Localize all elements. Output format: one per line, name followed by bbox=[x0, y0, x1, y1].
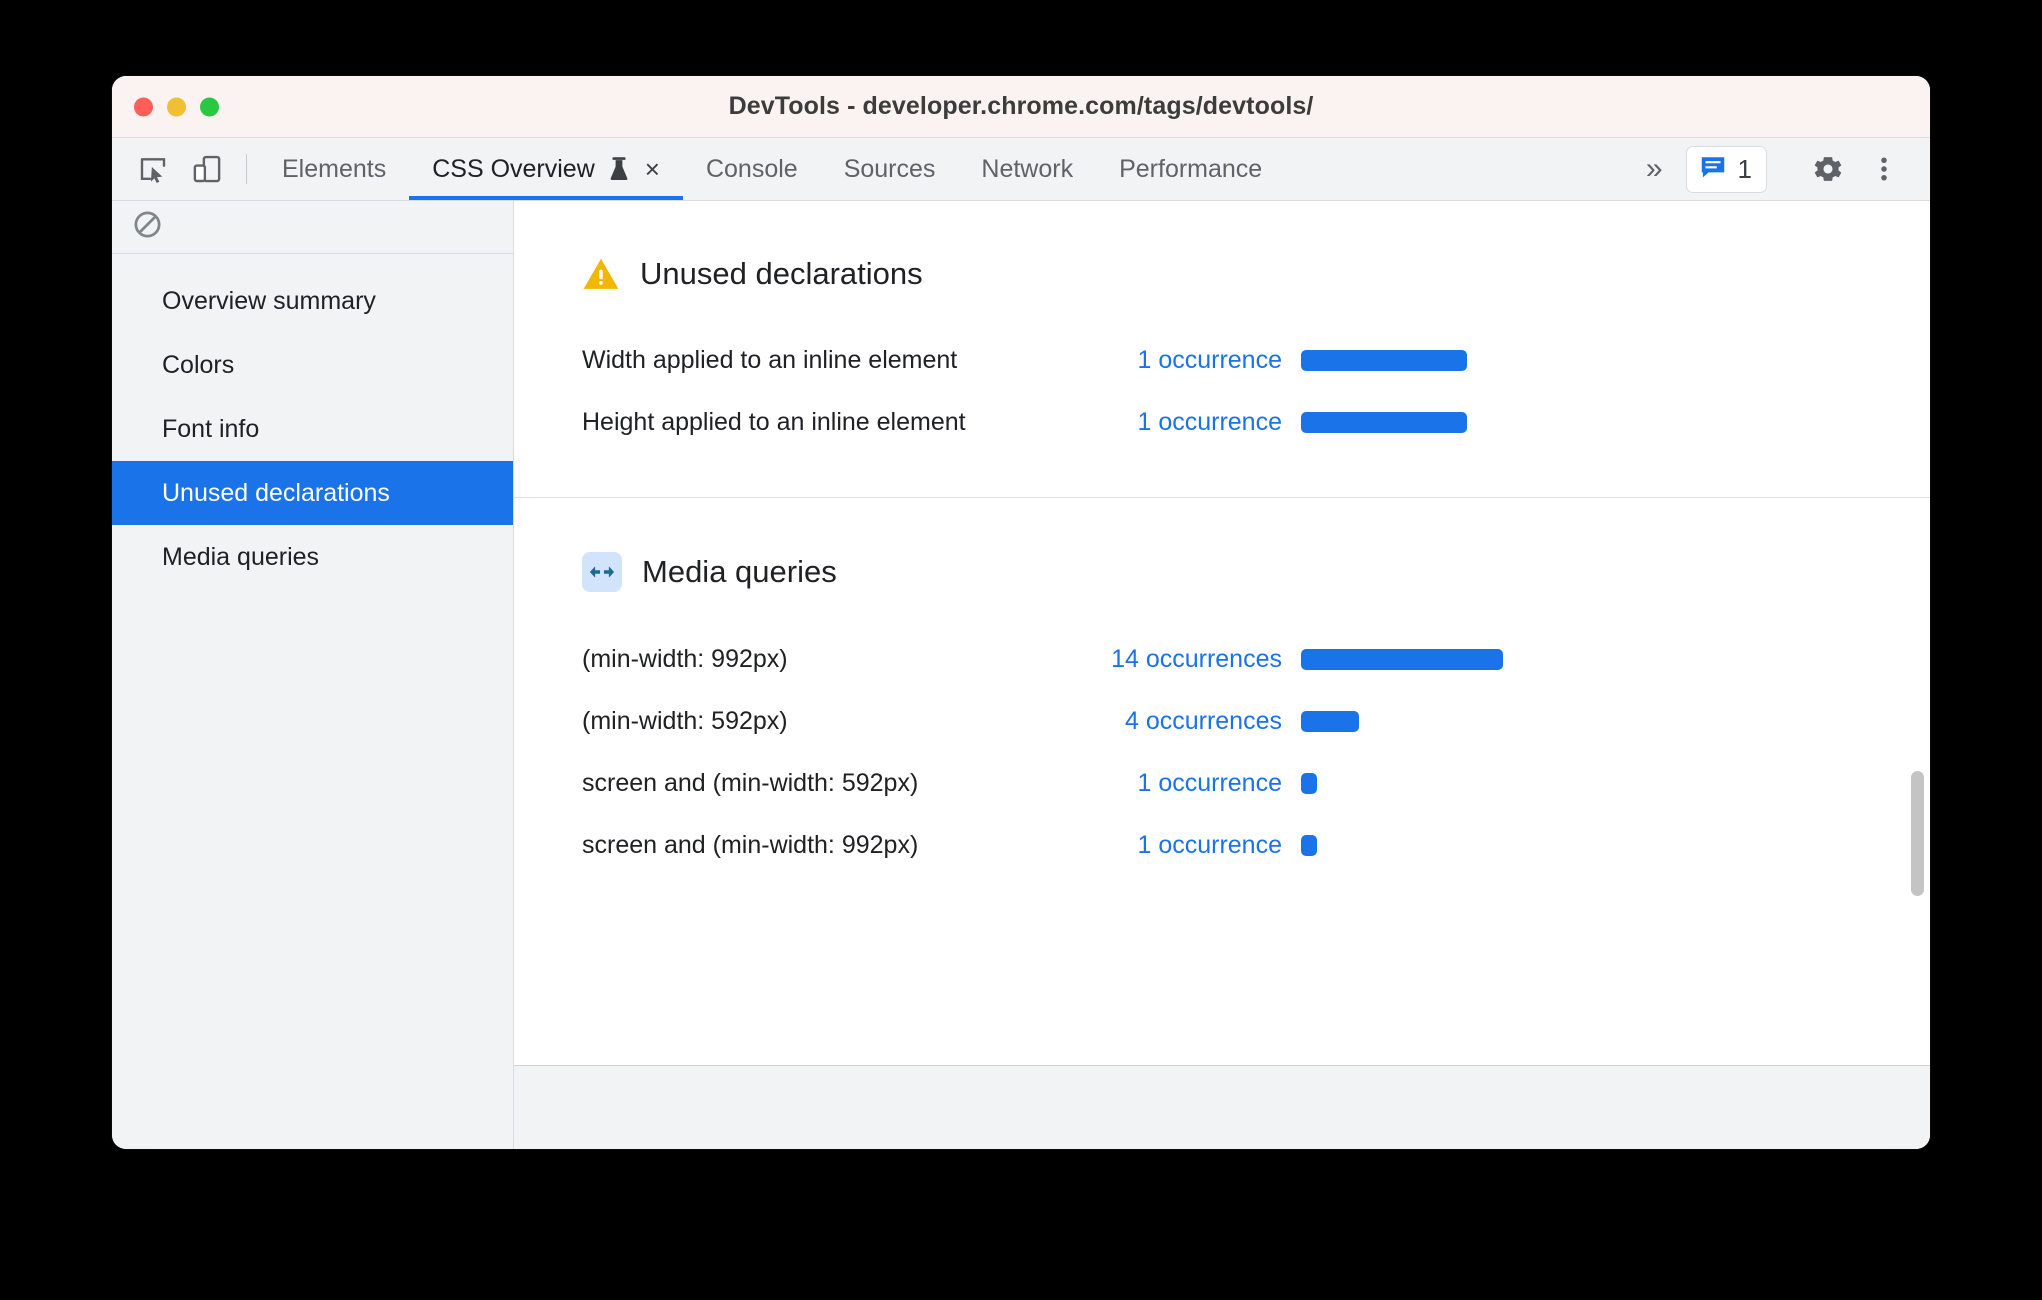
section-rows: (min-width: 992px) 14 occurrences (min-w… bbox=[582, 602, 1900, 920]
row-occurrence-link[interactable]: 4 occurrences bbox=[1086, 707, 1282, 736]
row-bar-wrap bbox=[1282, 411, 1900, 433]
sidebar-item-unused-declarations[interactable]: Unused declarations bbox=[112, 461, 513, 525]
section-unused-declarations: Unused declarations Width applied to an … bbox=[582, 201, 1900, 497]
row-bar-wrap bbox=[1282, 648, 1900, 670]
table-row[interactable]: Height applied to an inline element 1 oc… bbox=[582, 391, 1900, 453]
vertical-scrollbar-thumb[interactable] bbox=[1911, 771, 1924, 896]
more-vertical-icon[interactable] bbox=[1856, 141, 1912, 197]
row-bar bbox=[1301, 834, 1317, 856]
row-bar-wrap bbox=[1282, 834, 1900, 856]
tab-label: Console bbox=[705, 154, 798, 183]
experiment-flask-icon bbox=[608, 156, 630, 182]
inspect-element-icon[interactable] bbox=[126, 138, 180, 200]
row-occurrence-link[interactable]: 1 occurrence bbox=[1086, 346, 1282, 375]
minimize-window-button[interactable] bbox=[167, 97, 186, 116]
css-overview-main: Unused declarations Width applied to an … bbox=[514, 201, 1930, 1149]
toolbar-divider bbox=[246, 154, 247, 184]
row-bar bbox=[1301, 648, 1503, 670]
tab-console[interactable]: Console bbox=[683, 138, 821, 200]
section-title: Unused declarations bbox=[640, 256, 923, 291]
table-row[interactable]: Width applied to an inline element 1 occ… bbox=[582, 329, 1900, 391]
row-bar bbox=[1301, 772, 1317, 794]
issues-button[interactable]: 1 bbox=[1685, 145, 1767, 193]
block-clear-icon[interactable] bbox=[132, 209, 163, 245]
section-rows: Width applied to an inline element 1 occ… bbox=[582, 303, 1900, 497]
section-title: Media queries bbox=[642, 554, 837, 589]
devtools-toolbar: Elements CSS Overview × Console Sources … bbox=[112, 138, 1930, 201]
sidebar-item-colors[interactable]: Colors bbox=[112, 333, 513, 397]
devtools-window: DevTools - developer.chrome.com/tags/dev… bbox=[112, 76, 1930, 1149]
row-occurrence-link[interactable]: 1 occurrence bbox=[1086, 831, 1282, 860]
tab-css-overview[interactable]: CSS Overview × bbox=[409, 138, 683, 200]
devtools-body: Overview summary Colors Font info Unused… bbox=[112, 201, 1930, 1149]
sidebar-item-list: Overview summary Colors Font info Unused… bbox=[112, 254, 513, 589]
sidebar-item-label: Colors bbox=[162, 350, 235, 379]
sidebar-item-overview-summary[interactable]: Overview summary bbox=[112, 269, 513, 333]
css-overview-scroll-area: Unused declarations Width applied to an … bbox=[514, 201, 1930, 1065]
window-title: DevTools - developer.chrome.com/tags/dev… bbox=[728, 92, 1314, 120]
close-window-button[interactable] bbox=[134, 97, 153, 116]
vertical-scrollbar[interactable] bbox=[1906, 201, 1928, 1065]
window-titlebar: DevTools - developer.chrome.com/tags/dev… bbox=[112, 76, 1930, 138]
device-toolbar-icon[interactable] bbox=[180, 138, 234, 200]
sidebar-item-label: Overview summary bbox=[162, 286, 376, 315]
row-occurrence-link[interactable]: 1 occurrence bbox=[1086, 408, 1282, 437]
row-bar-wrap bbox=[1282, 349, 1900, 371]
close-tab-icon[interactable]: × bbox=[645, 156, 660, 182]
row-label: Height applied to an inline element bbox=[582, 407, 966, 436]
section-header: Unused declarations bbox=[582, 201, 1900, 303]
sidebar-item-font-info[interactable]: Font info bbox=[112, 397, 513, 461]
tab-performance[interactable]: Performance bbox=[1096, 138, 1285, 200]
sidebar-item-label: Font info bbox=[162, 414, 260, 443]
row-label: Width applied to an inline element bbox=[582, 345, 958, 374]
row-occurrence-link[interactable]: 1 occurrence bbox=[1086, 769, 1282, 798]
row-label: (min-width: 592px) bbox=[582, 706, 788, 735]
issues-message-icon bbox=[1698, 152, 1728, 187]
row-bar-wrap bbox=[1282, 710, 1900, 732]
tab-label: Sources bbox=[843, 154, 936, 183]
more-tabs-chevron-icon[interactable]: » bbox=[1620, 152, 1686, 186]
table-row[interactable]: (min-width: 592px) 4 occurrences bbox=[582, 690, 1900, 752]
table-row[interactable]: (min-width: 992px) 14 occurrences bbox=[582, 628, 1900, 690]
row-bar bbox=[1301, 411, 1467, 433]
warning-triangle-icon bbox=[582, 255, 620, 293]
table-row[interactable]: screen and (min-width: 992px) 1 occurren… bbox=[582, 814, 1900, 876]
tab-label: Network bbox=[981, 154, 1074, 183]
toolbar-right-group: » 1 bbox=[1620, 138, 1930, 200]
table-row[interactable]: screen and (min-width: 592px) 1 occurren… bbox=[582, 752, 1900, 814]
section-media-queries: Media queries (min-width: 992px) 14 occu… bbox=[582, 498, 1900, 920]
tab-sources[interactable]: Sources bbox=[821, 138, 959, 200]
sidebar-item-label: Media queries bbox=[162, 542, 320, 571]
tab-label: Performance bbox=[1119, 154, 1263, 183]
maximize-window-button[interactable] bbox=[200, 97, 219, 116]
gear-icon[interactable] bbox=[1800, 141, 1856, 197]
tab-network[interactable]: Network bbox=[958, 138, 1096, 200]
row-bar bbox=[1301, 710, 1359, 732]
row-occurrence-link[interactable]: 14 occurrences bbox=[1086, 645, 1282, 674]
tab-label: Elements bbox=[282, 154, 387, 183]
sidebar-toolbar bbox=[112, 201, 513, 254]
section-header: Media queries bbox=[582, 498, 1900, 602]
sidebar-item-media-queries[interactable]: Media queries bbox=[112, 525, 513, 589]
traffic-lights bbox=[134, 97, 219, 116]
tab-elements[interactable]: Elements bbox=[259, 138, 409, 200]
row-bar-wrap bbox=[1282, 772, 1900, 794]
row-bar bbox=[1301, 349, 1467, 371]
tab-label: CSS Overview bbox=[432, 154, 595, 183]
devtools-drawer bbox=[514, 1065, 1930, 1149]
media-query-arrows-icon bbox=[582, 552, 622, 592]
row-label: screen and (min-width: 592px) bbox=[582, 768, 919, 797]
row-label: (min-width: 992px) bbox=[582, 644, 788, 673]
css-overview-sidebar: Overview summary Colors Font info Unused… bbox=[112, 201, 514, 1149]
sidebar-item-label: Unused declarations bbox=[162, 478, 390, 507]
row-label: screen and (min-width: 992px) bbox=[582, 830, 919, 859]
issues-count: 1 bbox=[1737, 153, 1752, 184]
